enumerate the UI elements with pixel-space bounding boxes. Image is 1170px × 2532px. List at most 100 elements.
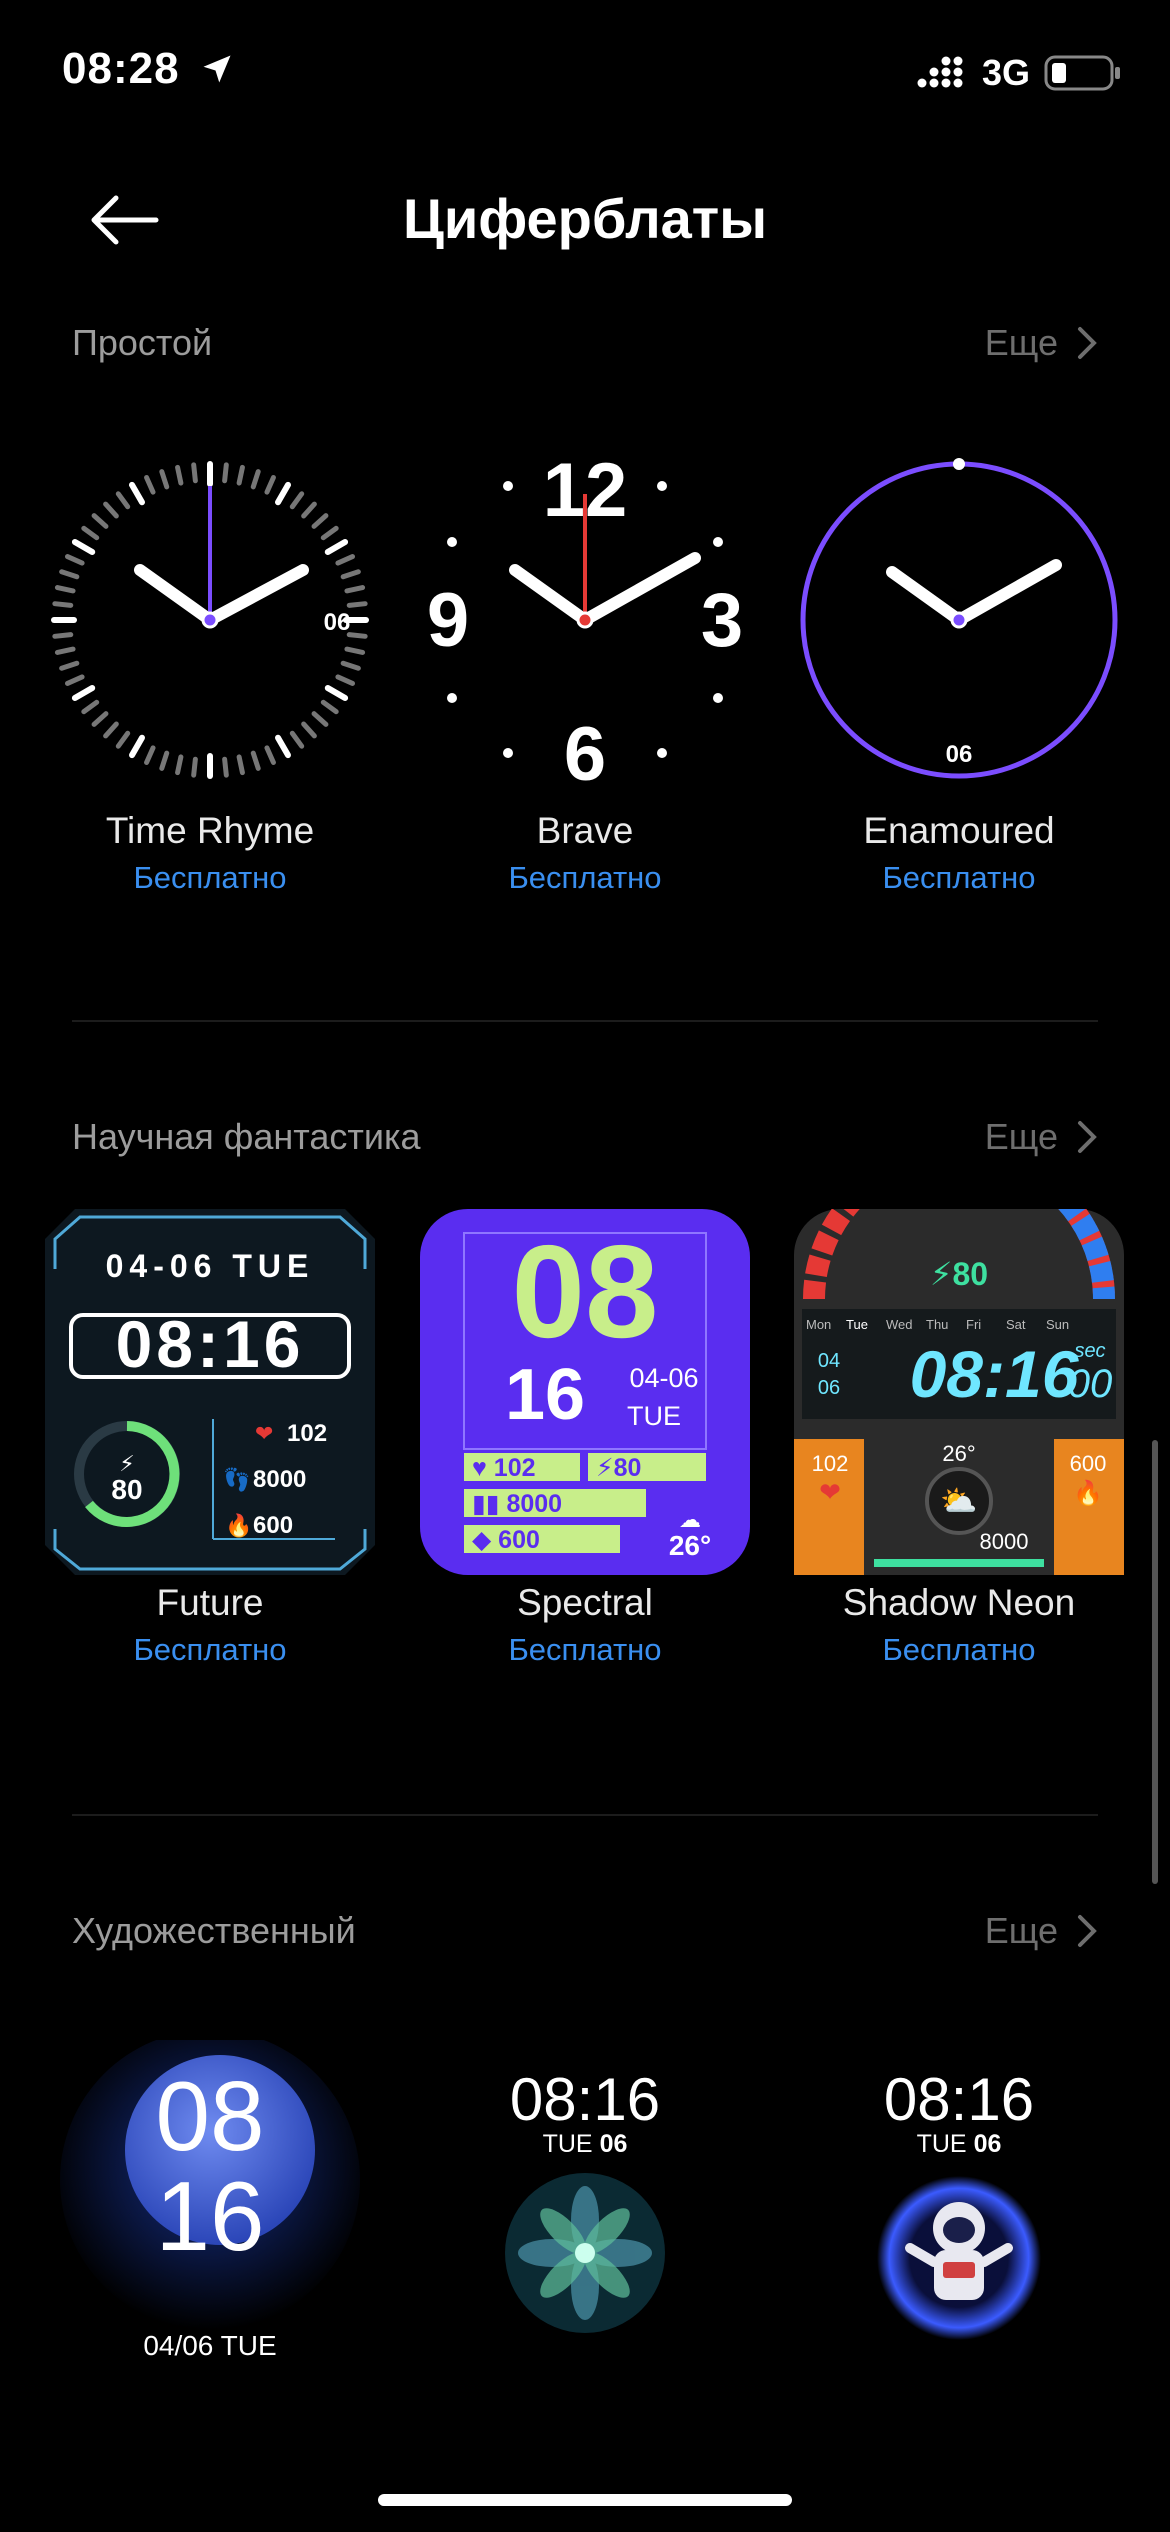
time-label: 08:16 (116, 1307, 305, 1381)
signal-icon (917, 56, 963, 88)
temp-value: 26° (669, 1530, 711, 1561)
section-divider (72, 1814, 1098, 1816)
watchface-card-brave[interactable]: 12 3 6 9 Brave Бесплатно (420, 450, 750, 896)
watchface-card-astronaut[interactable]: 08:16 TUE 06 (794, 2040, 1124, 2385)
watchface-price: Бесплатно (133, 1632, 287, 1667)
numeral-9: 9 (427, 578, 469, 663)
numeral-3: 3 (701, 578, 743, 663)
tick-mark (129, 481, 145, 506)
tick-mark (301, 501, 317, 519)
tick-mark (222, 462, 229, 484)
watchface-card-time-rhyme[interactable]: 06 Time Rhyme Бесплатно (45, 450, 375, 896)
section-title-simple: Простой (72, 322, 213, 363)
tick-mark (311, 513, 329, 529)
status-indicators: 3G (916, 52, 1122, 94)
tick-mark (340, 660, 361, 671)
sec-label: sec (1074, 1340, 1105, 1362)
tick-mark (289, 491, 305, 510)
tick-mark (289, 730, 305, 749)
energy-value: 80 (111, 1474, 142, 1505)
watchface-preview: 08 16 04-06 TUE ♥ 102 ⚡80 ▮▮ 8000 ◆ 600 … (420, 1209, 750, 1575)
calories-value: 600 (253, 1512, 293, 1539)
more-button-scifi[interactable]: Еще (985, 1116, 1098, 1158)
tick-mark (115, 491, 131, 510)
section-divider (72, 1020, 1098, 1022)
home-indicator[interactable] (378, 2494, 792, 2506)
tick-mark (103, 501, 119, 519)
watchface-name: Shadow Neon (842, 1582, 1076, 1623)
watchface-preview: 06 (794, 450, 1124, 790)
time-label: 08:16 (884, 2066, 1034, 2133)
tick-mark (144, 745, 156, 766)
tick-mark (335, 674, 356, 686)
weekday-label: Sat (1006, 1317, 1026, 1332)
svg-text:⚡: ⚡ (119, 1451, 134, 1476)
tick-mark (144, 474, 156, 495)
tick-mark (191, 756, 198, 778)
astronaut-face: 08:16 TUE 06 (877, 2066, 1041, 2340)
tick-mark (320, 699, 339, 715)
date-label: TUE 06 (917, 2130, 1002, 2158)
month-value: 04 (818, 1350, 840, 1372)
watchface-card-moon[interactable]: 08 16 04/06 TUE (45, 2030, 375, 2385)
tick-mark (275, 481, 291, 506)
watchface-card-shadow-neon[interactable]: ⚡80 Mon Tue Wed Thu Fri Sat Sun 04 06 08:16 se… (794, 1209, 1124, 1668)
tick-mark (64, 554, 85, 566)
watchface-card-spectral[interactable]: 08 16 04-06 TUE ♥ 102 ⚡80 ▮▮ 8000 ◆ 600 … (420, 1209, 750, 1668)
watchface-card-kaleidoscope[interactable]: 08:16 TUE 06 (420, 2040, 750, 2385)
watchface-preview: ⚡80 Mon Tue Wed Thu Fri Sat Sun 04 06 08:16 se… (794, 1209, 1124, 1575)
svg-text:❤: ❤ (255, 1421, 273, 1446)
steps-value: ▮▮ 8000 (472, 1490, 562, 1518)
watchface-name: Time Rhyme (105, 810, 315, 851)
shadow-neon-face: ⚡80 Mon Tue Wed Thu Fri Sat Sun 04 06 08:16 se… (794, 1209, 1124, 1575)
tick-mark (81, 525, 100, 541)
tick-mark (59, 569, 80, 580)
tick-mark (335, 554, 356, 566)
svg-text:❤: ❤ (819, 1477, 841, 1507)
more-label: Еще (984, 1910, 1058, 1951)
tick-mark (344, 585, 366, 594)
minute-label: 16 (155, 2161, 264, 2271)
day-value: 06 (818, 1377, 840, 1399)
day-number: 06 (324, 609, 351, 636)
heart-value: ♥ 102 (472, 1454, 536, 1482)
watchface-price: Бесплатно (882, 1632, 1036, 1667)
watchface-card-enamoured[interactable]: 06 Enamoured Бесплатно (794, 450, 1124, 896)
tick-mark (301, 721, 317, 739)
tick-mark (52, 601, 74, 608)
tick-mark (346, 601, 368, 608)
tick-mark (175, 754, 184, 776)
numeral-6: 6 (564, 712, 606, 790)
calories-value: 600 (1070, 1451, 1107, 1476)
more-label: Еще (984, 322, 1058, 363)
section-title-scifi: Научная фантастика (72, 1116, 421, 1157)
more-button-simple[interactable]: Еще (985, 322, 1098, 364)
watchface-card-future[interactable]: 04-06 TUE 08:16 ⚡ 80 ❤ 102 👣 8000 🔥 600 … (45, 1209, 375, 1668)
tick-mark (324, 539, 349, 555)
tick-mark (59, 660, 80, 671)
weekday-label: Fri (966, 1317, 981, 1332)
temp-value: 26° (942, 1441, 975, 1466)
brave-face: 12 3 6 9 (427, 450, 743, 790)
tick-mark (91, 513, 109, 529)
weekday-label: TUE (627, 1401, 681, 1431)
day-number: 06 (946, 741, 973, 768)
tick-mark (64, 674, 85, 686)
heart-value: 102 (812, 1451, 849, 1476)
more-button-art[interactable]: Еще (985, 1910, 1098, 1952)
tick-mark (54, 646, 76, 655)
date-label: TUE 06 (543, 2130, 628, 2158)
tick-mark (236, 464, 245, 486)
tick-mark (159, 469, 170, 490)
scrollbar[interactable] (1152, 1440, 1158, 1884)
hour-label: 08 (155, 2061, 264, 2171)
spectral-face: 08 16 04-06 TUE ♥ 102 ⚡80 ▮▮ 8000 ◆ 600 … (420, 1209, 750, 1575)
heart-value: 102 (287, 1420, 327, 1447)
weekday-label: Wed (886, 1317, 913, 1332)
weekday-label: Tue (846, 1317, 868, 1332)
sec-value: 00 (1068, 1362, 1113, 1406)
svg-text:👣: 👣 (223, 1466, 250, 1493)
watchface-name: Spectral (517, 1582, 653, 1623)
battery-icon (1044, 55, 1120, 91)
date-label: 04/06 TUE (143, 2330, 276, 2361)
